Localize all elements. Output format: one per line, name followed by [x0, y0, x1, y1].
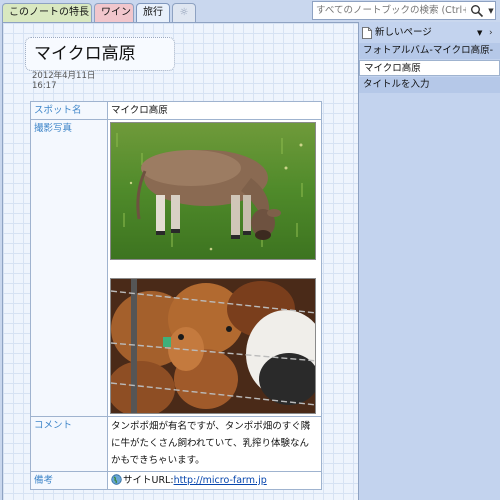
section-tab-bar: このノートの特長 ワイン 旅行 ☼ ▼	[0, 0, 500, 23]
site-url-link[interactable]: http://micro-farm.jp	[174, 475, 267, 486]
comment-text[interactable]: タンポポ畑が有名ですが、タンポポ畑のすぐ隣に牛がたくさん飼われていて、乳搾り体験…	[107, 416, 322, 472]
site-url-prefix: サイトURL:	[123, 475, 174, 486]
cattle-photo[interactable]	[110, 278, 316, 414]
page-title[interactable]: マイクロ高原	[34, 43, 136, 65]
comment-label[interactable]: コメント	[30, 416, 108, 472]
table-row: 撮影写真	[30, 119, 322, 417]
new-page-button[interactable]: 新しいページ ▼ ›	[359, 24, 500, 42]
page-time: 16:17	[32, 81, 57, 91]
page-list: 新しいページ ▼ › フォトアルバム-マイクロ高原- マイクロ高原 タイトルを入…	[359, 22, 500, 500]
table-row: コメント タンポポ畑が有名ですが、タンポポ畑のすぐ隣に牛がたくさん飼われていて、…	[30, 416, 322, 472]
page-title-box[interactable]: マイクロ高原	[25, 37, 175, 71]
search-dropdown-icon[interactable]: ▼	[487, 4, 495, 18]
spot-name-value[interactable]: マイクロ高原	[107, 101, 322, 120]
new-page-dropdown-icon[interactable]: ▼	[477, 24, 482, 42]
tab-features[interactable]: このノートの特長	[2, 3, 92, 22]
page-datetime: 2012年4月11日 16:17	[32, 71, 95, 91]
tab-travel[interactable]: 旅行	[136, 3, 170, 23]
note-page[interactable]: マイクロ高原 2012年4月11日 16:17 スポット名 マイクロ高原 撮影写…	[2, 22, 359, 500]
page-item-photo-album[interactable]: フォトアルバム-マイクロ高原-	[359, 43, 500, 59]
table-row: スポット名 マイクロ高原	[30, 101, 322, 120]
tab-wine[interactable]: ワイン	[94, 3, 134, 22]
table-row: 備考 サイトURL:http://micro-farm.jp	[30, 471, 322, 490]
search-icon[interactable]	[470, 4, 484, 18]
site-url-cell[interactable]: サイトURL:http://micro-farm.jp	[107, 471, 322, 490]
page-date: 2012年4月11日	[32, 71, 96, 81]
new-page-label: 新しいページ	[375, 27, 432, 38]
spot-table: スポット名 マイクロ高原 撮影写真 コメント タンポポ畑が有名ですが、タンポポ畑…	[30, 101, 322, 490]
photo-label[interactable]: 撮影写真	[30, 119, 108, 417]
globe-icon	[111, 474, 122, 485]
search-input[interactable]	[316, 3, 466, 18]
photo-cell[interactable]	[107, 119, 322, 417]
search-box[interactable]: ▼	[312, 1, 496, 20]
page-item-micro-kogen[interactable]: マイクロ高原	[359, 60, 500, 76]
calf-photo[interactable]	[110, 122, 316, 260]
tab-add-section[interactable]: ☼	[172, 3, 196, 22]
spot-name-label[interactable]: スポット名	[30, 101, 108, 120]
new-page-icon	[362, 27, 372, 39]
chevron-right-icon[interactable]: ›	[489, 24, 493, 42]
note-label[interactable]: 備考	[30, 471, 108, 490]
page-item-untitled[interactable]: タイトルを入力	[359, 77, 500, 93]
